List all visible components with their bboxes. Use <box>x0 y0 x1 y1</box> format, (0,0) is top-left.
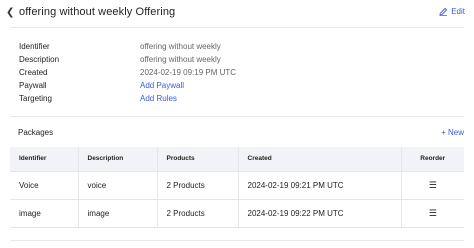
package-identifier: image <box>10 198 79 228</box>
table-header-row: Identifier Description Products Created … <box>10 147 464 172</box>
detail-row-identifier: Identifier offering without weekly <box>19 40 236 53</box>
detail-value: offering without weekly <box>140 55 221 64</box>
back-icon[interactable]: ❮ <box>6 7 16 19</box>
package-description: image <box>77 198 158 228</box>
detail-value: offering without weekly <box>140 42 221 51</box>
reorder-cell: ☰ <box>400 198 464 228</box>
table-row[interactable]: image image 2 Products 2024-02-19 09:22 … <box>10 198 464 228</box>
detail-value: 2024-02-19 09:19 PM UTC <box>140 68 237 77</box>
detail-row-paywall: Paywall Add Paywall <box>19 79 236 92</box>
package-identifier: Voice <box>10 170 79 200</box>
drag-handle-icon[interactable]: ☰ <box>429 208 437 219</box>
package-created: 2024-02-19 09:22 PM UTC <box>237 198 402 228</box>
pencil-icon <box>439 7 448 16</box>
new-package-button[interactable]: + New <box>441 128 464 137</box>
detail-label: Paywall <box>19 81 47 90</box>
edit-label: Edit <box>451 7 465 16</box>
header-divider <box>10 27 464 28</box>
drag-handle-icon[interactable]: ☰ <box>429 180 437 191</box>
column-header-created: Created <box>237 147 402 172</box>
detail-row-created: Created 2024-02-19 09:19 PM UTC <box>19 66 236 79</box>
offering-details: Identifier offering without weekly Descr… <box>19 40 236 105</box>
column-header-reorder: Reorder <box>400 147 464 172</box>
column-header-products: Products <box>156 147 239 172</box>
reorder-cell: ☰ <box>400 170 464 200</box>
table-row[interactable]: Voice voice 2 Products 2024-02-19 09:21 … <box>10 170 464 200</box>
bottom-divider <box>10 240 464 241</box>
package-products: 2 Products <box>156 198 239 228</box>
page-title: offering without weekly Offering <box>19 6 176 18</box>
package-products: 2 Products <box>156 170 239 200</box>
detail-row-targeting: Targeting Add Rules <box>19 92 236 105</box>
add-paywall-link[interactable]: Add Paywall <box>140 81 184 90</box>
package-created: 2024-02-19 09:21 PM UTC <box>237 170 402 200</box>
add-rules-link[interactable]: Add Rules <box>140 94 177 103</box>
page-header: ❮ offering without weekly Offering Edit <box>0 0 474 26</box>
detail-label: Description <box>19 55 60 64</box>
detail-row-description: Description offering without weekly <box>19 53 236 66</box>
packages-title: Packages <box>18 128 54 137</box>
section-divider <box>10 116 464 117</box>
column-header-identifier: Identifier <box>10 147 79 172</box>
detail-label: Identifier <box>19 42 50 51</box>
column-header-description: Description <box>77 147 158 172</box>
package-description: voice <box>77 170 158 200</box>
detail-label: Created <box>19 68 48 77</box>
packages-table: Identifier Description Products Created … <box>10 147 464 228</box>
detail-label: Targeting <box>19 94 52 103</box>
edit-button[interactable]: Edit <box>439 7 465 16</box>
